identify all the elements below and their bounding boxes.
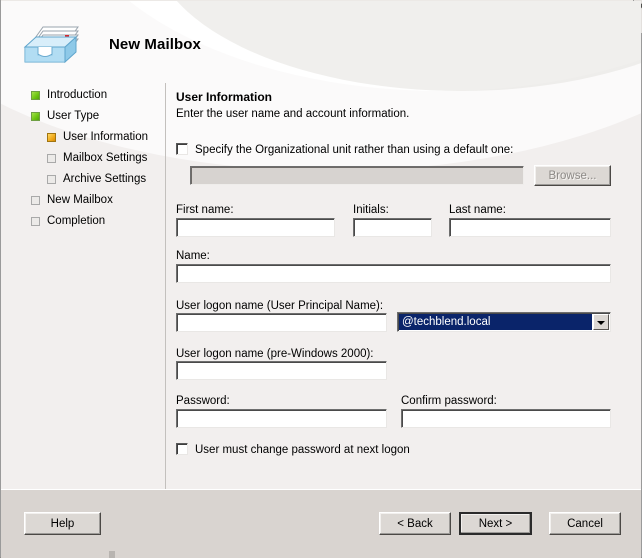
browse-button[interactable]: Browse...: [534, 165, 611, 186]
specify-ou-checkbox[interactable]: [176, 143, 188, 155]
back-button[interactable]: < Back: [379, 512, 451, 535]
chevron-down-icon[interactable]: [593, 314, 609, 330]
confirm-password-label: Confirm password:: [401, 395, 497, 407]
name-label: Name:: [176, 250, 210, 262]
help-button[interactable]: Help: [24, 512, 101, 535]
specify-ou-checkbox-row[interactable]: Specify the Organizational unit rather t…: [176, 143, 513, 157]
upn-domain-select[interactable]: @techblend.local: [397, 312, 611, 332]
user-principal-name-input[interactable]: [176, 313, 387, 332]
last-name-input[interactable]: [449, 218, 611, 237]
first-name-input[interactable]: [176, 218, 335, 237]
specify-ou-label: Specify the Organizational unit rather t…: [195, 144, 514, 156]
must-change-password-row[interactable]: User must change password at next logon: [176, 443, 410, 457]
password-label: Password:: [176, 395, 230, 407]
wizard-button-bar: Help < Back Next > Cancel: [1, 489, 641, 558]
cancel-button[interactable]: Cancel: [549, 512, 621, 535]
new-mailbox-wizard-window: D: [0, 0, 642, 558]
user-principal-name-label: User logon name (User Principal Name):: [176, 300, 384, 312]
initials-label: Initials:: [353, 204, 389, 216]
upn-domain-selected-value: @techblend.local: [399, 314, 592, 330]
confirm-password-input[interactable]: [401, 409, 611, 428]
next-button[interactable]: Next >: [459, 512, 532, 535]
pre-windows-2000-input[interactable]: [176, 361, 387, 380]
wizard-content-panel: New Mailbox Introduction User Type User …: [1, 1, 641, 489]
first-name-label: First name:: [176, 204, 234, 216]
last-name-label: Last name:: [449, 204, 506, 216]
user-information-form: Specify the Organizational unit rather t…: [1, 1, 641, 489]
initials-input[interactable]: [353, 218, 432, 237]
name-input[interactable]: [176, 264, 611, 283]
pre-windows-2000-label: User logon name (pre-Windows 2000):: [176, 348, 374, 360]
must-change-password-label: User must change password at next logon: [195, 444, 410, 456]
must-change-password-checkbox[interactable]: [176, 443, 188, 455]
organizational-unit-input[interactable]: [190, 166, 524, 185]
window-resize-artifact: [109, 551, 115, 558]
password-input[interactable]: [176, 409, 387, 428]
